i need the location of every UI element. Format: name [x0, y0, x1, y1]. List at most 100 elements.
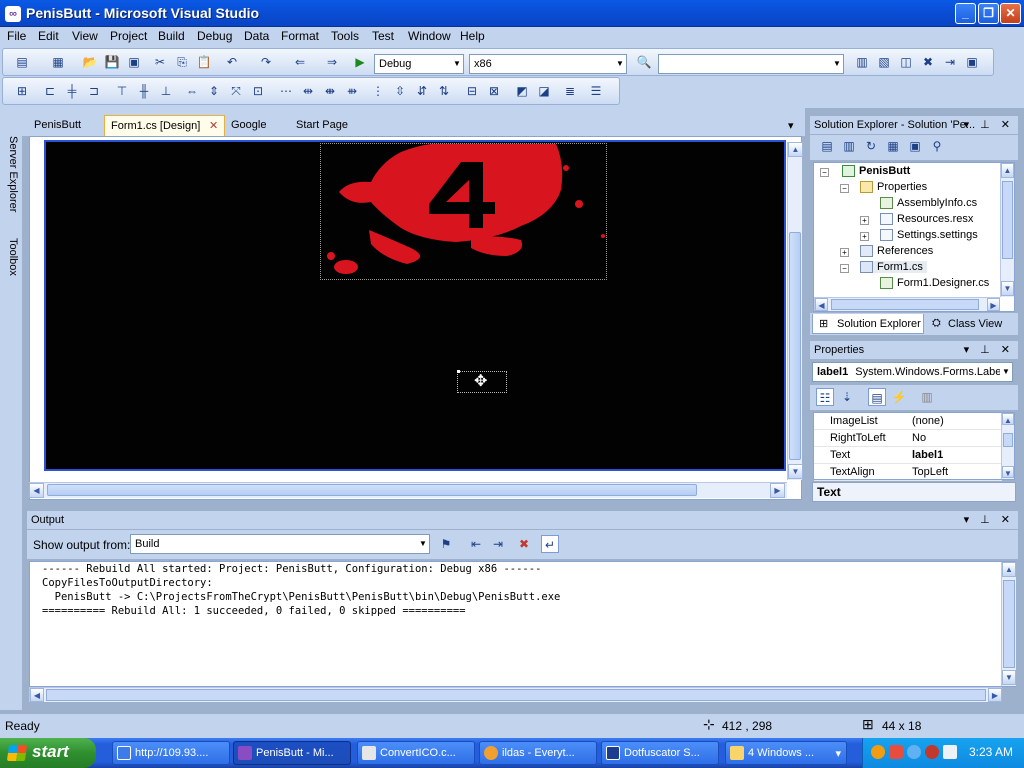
show-all-files-icon[interactable]: ▥ [840, 137, 858, 155]
decrease-vertical-spacing-icon[interactable]: ⇵ [413, 82, 431, 100]
restore-button[interactable]: ❐ [978, 3, 999, 24]
increase-vertical-spacing-icon[interactable]: ⇳ [391, 82, 409, 100]
toolbox-tab[interactable]: Toolbox [2, 220, 19, 300]
alphabetical-icon[interactable]: ⇣ [838, 388, 856, 406]
tree-item-resources[interactable]: Resources.resx [880, 213, 973, 226]
solution-platform-select[interactable]: x86 ▼ [469, 54, 627, 74]
remove-horizontal-spacing-icon[interactable]: ⇻ [343, 82, 361, 100]
bring-to-front-icon[interactable]: ◩ [513, 82, 531, 100]
properties-window-icon[interactable]: ▧ [875, 53, 893, 71]
properties-view-icon[interactable]: ▤ [868, 388, 886, 406]
minimize-button[interactable]: _ [955, 3, 976, 24]
horizontal-scroll-thumb[interactable] [47, 484, 697, 496]
tab-start-page[interactable]: Start Page [290, 115, 354, 136]
go-to-next-message-icon[interactable]: ⇥ [489, 535, 507, 553]
class-diagram-icon[interactable]: ⚲ [928, 137, 946, 155]
view-designer-icon[interactable]: ▣ [906, 137, 924, 155]
tree-item-project[interactable]: PenisButt [842, 165, 910, 178]
picture-box[interactable] [320, 143, 607, 280]
make-same-height-icon[interactable]: ⇕ [205, 82, 223, 100]
new-project-icon[interactable]: ▤ [13, 53, 31, 71]
menu-window[interactable]: Window [408, 29, 451, 43]
label1-control[interactable]: ✥ [457, 370, 507, 393]
tab-form1-design[interactable]: Form1.cs [Design] ✕ [104, 115, 226, 136]
copy-icon[interactable]: ⎘ [173, 53, 191, 71]
tab-google[interactable]: Google [225, 115, 272, 136]
align-rights-icon[interactable]: ⊐ [85, 82, 103, 100]
start-page-icon[interactable]: ⇥ [941, 53, 959, 71]
property-scroll-thumb[interactable] [1003, 433, 1013, 447]
scroll-down-button[interactable]: ▼ [1001, 281, 1014, 296]
menu-data[interactable]: Data [244, 29, 269, 43]
menu-debug[interactable]: Debug [197, 29, 232, 43]
align-bottoms-icon[interactable]: ⊥ [157, 82, 175, 100]
collapse-toggle[interactable]: − [840, 184, 849, 193]
size-to-grid-icon[interactable]: ⊡ [249, 82, 267, 100]
toggle-word-wrap-icon[interactable]: ↵ [541, 535, 559, 553]
designer-horizontal-scrollbar[interactable]: ◀ ▶ [29, 482, 787, 498]
property-row[interactable]: ImageList (none) [814, 413, 1002, 430]
output-hscroll-thumb[interactable] [46, 689, 986, 701]
output-vertical-scrollbar[interactable]: ▲ ▼ [1001, 562, 1016, 686]
view-code-icon[interactable]: ▦ [884, 137, 902, 155]
property-value[interactable]: label1 [912, 449, 943, 461]
tray-security-icon[interactable] [889, 745, 903, 759]
visual-studio-icon[interactable]: ∞ [5, 6, 21, 22]
scroll-left-button[interactable]: ◀ [815, 298, 828, 311]
scroll-right-button[interactable]: ▶ [770, 483, 785, 498]
find-combo[interactable]: ▼ [658, 54, 844, 74]
decrease-horizontal-spacing-icon[interactable]: ⇼ [321, 82, 339, 100]
menu-file[interactable]: File [7, 29, 26, 43]
paste-icon[interactable]: 📋 [195, 53, 213, 71]
tab-class-view[interactable]: ⛭ Class View [928, 314, 1014, 334]
tree-item-form1-designer[interactable]: Form1.Designer.cs [880, 277, 989, 290]
send-to-back-icon[interactable]: ◪ [535, 82, 553, 100]
tab-solution-explorer[interactable]: ⊞ Solution Explorer [812, 314, 924, 334]
events-icon[interactable]: ⚡ [890, 388, 908, 406]
menu-tools[interactable]: Tools [331, 29, 359, 43]
align-centers-icon[interactable]: ╪ [63, 82, 81, 100]
property-grid-scrollbar[interactable]: ▲ ▼ [1001, 413, 1014, 479]
tree-item-references[interactable]: References [860, 245, 933, 258]
tray-volume-icon[interactable] [943, 745, 957, 759]
start-button[interactable]: start [0, 738, 96, 768]
save-all-icon[interactable]: ▣ [125, 53, 143, 71]
panel-controls-icon[interactable]: ▾ ⊥ ✕ [964, 343, 1014, 356]
menu-project[interactable]: Project [110, 29, 147, 43]
taskbar-item-converter[interactable]: ConvertICO.c... [357, 741, 475, 765]
menu-test[interactable]: Test [372, 29, 394, 43]
tray-shield-icon[interactable] [925, 745, 939, 759]
move-cursor-icon[interactable]: ✥ [474, 372, 487, 392]
tab-order-icon[interactable]: ≣ [561, 82, 579, 100]
taskbar-item-visual-studio[interactable]: PenisButt - Mi... [233, 741, 351, 765]
tree-hscroll-thumb[interactable] [831, 299, 979, 310]
increase-horizontal-spacing-icon[interactable]: ⇹ [299, 82, 317, 100]
output-horizontal-scrollbar[interactable]: ◀ ▶ [29, 687, 1002, 702]
collapse-toggle[interactable]: − [820, 168, 829, 177]
clear-all-icon[interactable]: ✖ [515, 535, 533, 553]
property-value[interactable]: No [912, 432, 926, 444]
redo-icon[interactable]: ↷ [257, 53, 275, 71]
tree-scroll-thumb[interactable] [1002, 181, 1013, 259]
tree-item-settings[interactable]: Settings.settings [880, 229, 978, 242]
refresh-icon[interactable]: ↻ [862, 137, 880, 155]
close-tab-icon[interactable]: ✕ [209, 119, 218, 132]
scroll-up-button[interactable]: ▲ [1002, 562, 1016, 577]
server-explorer-tab[interactable]: Server Explorer [2, 118, 19, 228]
output-scroll-thumb[interactable] [1003, 580, 1015, 668]
properties-icon[interactable]: ▤ [818, 137, 836, 155]
tree-item-properties[interactable]: Properties [860, 181, 927, 194]
object-browser-icon[interactable]: ◫ [897, 53, 915, 71]
tree-horizontal-scrollbar[interactable]: ◀ ▶ [814, 297, 1000, 311]
properties-object-select[interactable]: label1 System.Windows.Forms.Label ▼ [812, 362, 1013, 382]
property-value[interactable]: TopLeft [912, 466, 948, 478]
solution-explorer-icon[interactable]: ▥ [853, 53, 871, 71]
menu-format[interactable]: Format [281, 29, 319, 43]
expand-toggle[interactable]: + [860, 216, 869, 225]
undo-icon[interactable]: ↶ [223, 53, 241, 71]
scroll-up-button[interactable]: ▲ [1001, 163, 1014, 178]
find-in-files-icon[interactable]: 🔍 [635, 53, 653, 71]
toolbox-icon[interactable]: ✖ [919, 53, 937, 71]
tray-search-icon[interactable] [871, 745, 885, 759]
taskbar-item-dotfuscator[interactable]: Dotfuscator S... [601, 741, 719, 765]
